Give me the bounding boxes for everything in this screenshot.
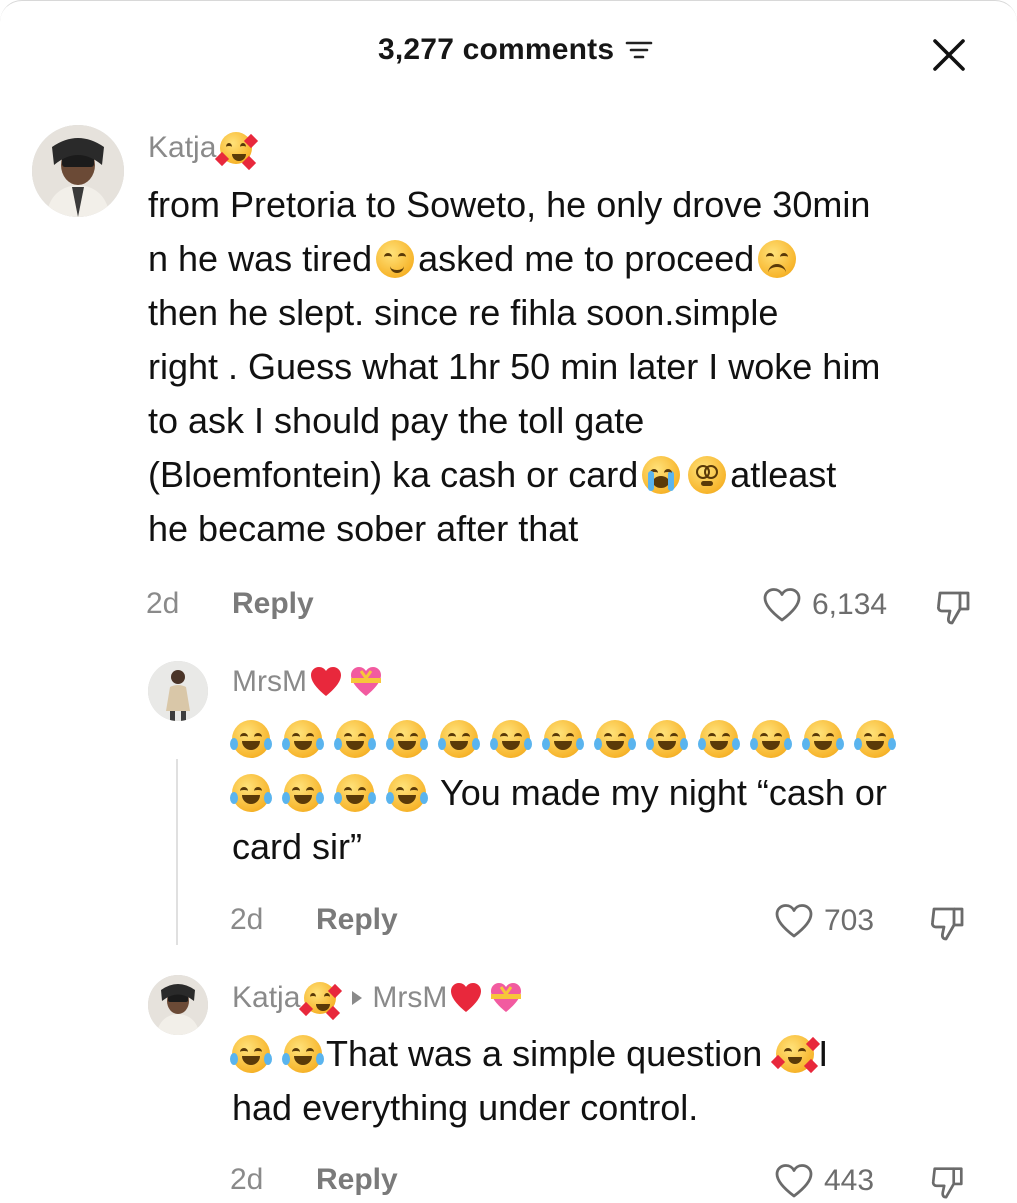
comment-timestamp: 2d — [230, 903, 264, 936]
laughing-emoji-icon — [490, 720, 532, 758]
laughing-emoji-icon — [854, 720, 896, 758]
comment-text-segment: I — [818, 1033, 829, 1074]
comment-text-segment: You made my night “cash or — [440, 772, 887, 813]
comment-line: You made my night “cash or — [230, 766, 901, 820]
like-count: 703 — [824, 904, 875, 937]
laughing-emoji-icon — [438, 720, 480, 758]
avatar[interactable] — [148, 661, 208, 721]
laughing-emoji-icon — [646, 720, 688, 758]
comment-username[interactable]: Katja — [148, 131, 259, 171]
comment-line: right . Guess what 1hr 50 min later I wo… — [148, 346, 881, 387]
comment-line: he became sober after that — [148, 508, 579, 549]
comment-line: had everything under control. — [232, 1087, 699, 1128]
comment-actions: 2d Reply 703 — [0, 903, 1017, 943]
reply-button[interactable]: Reply — [316, 903, 398, 937]
laughing-emoji-icon — [802, 720, 844, 758]
like-button[interactable]: 443 — [774, 1163, 874, 1199]
smiling-hearts-emoji-icon — [771, 1035, 821, 1074]
comment-timestamp: 2d — [230, 1163, 264, 1196]
avatar[interactable] — [32, 125, 124, 217]
red-heart-icon — [310, 667, 341, 696]
comment-body: from Pretoria to Soweto, he only drove 3… — [148, 178, 880, 556]
comment-username: Katja MrsM — [232, 981, 525, 1021]
laughing-emoji-icon — [282, 1035, 324, 1073]
reply-button[interactable]: Reply — [232, 587, 314, 621]
comment-text-segment: asked me to proceed — [418, 238, 755, 279]
laughing-emoji-icon — [386, 720, 428, 758]
heart-outline-icon — [775, 904, 813, 938]
close-icon[interactable] — [927, 33, 971, 77]
laughing-emoji-icon — [542, 720, 584, 758]
reply-button[interactable]: Reply — [316, 1163, 398, 1197]
avatar[interactable] — [148, 975, 208, 1035]
comment-timestamp: 2d — [146, 587, 180, 620]
like-button[interactable]: 6,134 — [762, 587, 887, 623]
laughing-emoji-icon — [750, 720, 792, 758]
comment-line: That was a simple question I — [230, 1027, 829, 1081]
comments-count-title: 3,277 comments — [378, 33, 654, 67]
comment-text-segment: (Bloemfontein) ka cash or card — [148, 454, 639, 495]
dislike-icon[interactable] — [928, 903, 968, 943]
username-link[interactable]: Katja — [232, 981, 300, 1015]
heart-outline-icon — [763, 588, 801, 622]
gift-heart-icon — [350, 667, 381, 696]
comment-actions: 2d Reply 443 — [0, 1163, 1017, 1203]
comments-count-label: 3,277 comments — [378, 33, 615, 66]
comment-line — [230, 712, 901, 766]
comments-header: 3,277 comments — [0, 29, 1017, 77]
like-count: 6,134 — [812, 588, 888, 621]
smiling-hearts-emoji-icon — [215, 132, 259, 171]
comment-body: You made my night “cash or card sir” — [230, 712, 901, 874]
username-link[interactable]: MrsM — [232, 665, 307, 699]
laughing-emoji-icon — [282, 774, 324, 812]
gift-heart-icon — [491, 983, 522, 1012]
disappointed-emoji-icon — [758, 240, 797, 278]
dislike-icon[interactable] — [934, 587, 974, 627]
comment-text-segment: That was a simple question — [326, 1033, 763, 1074]
dizzy-face-emoji-icon — [688, 456, 727, 494]
laughing-emoji-icon — [594, 720, 636, 758]
laughing-emoji-icon — [230, 1035, 272, 1073]
comments-sheet: 3,277 comments Katja from Pretoria to So… — [0, 0, 1017, 1200]
laughing-emoji-icon — [230, 774, 272, 812]
red-heart-icon — [451, 983, 482, 1012]
comment-line: then he slept. since re fihla soon.simpl… — [148, 292, 779, 333]
laughing-emoji-icon — [282, 720, 324, 758]
reply-arrow-icon — [352, 991, 363, 1005]
crying-emoji-icon — [642, 456, 681, 494]
laughing-emoji-icon — [698, 720, 740, 758]
laughing-emoji-icon — [230, 720, 272, 758]
sort-icon[interactable] — [624, 38, 654, 62]
comment-line: card sir” — [232, 826, 363, 867]
comment-line: to ask I should pay the toll gate — [148, 400, 645, 441]
comment-body: That was a simple question I had everyth… — [230, 1027, 829, 1135]
smirk-emoji-icon — [376, 240, 415, 278]
reply-to-username-link[interactable]: MrsM — [372, 981, 447, 1015]
heart-outline-icon — [775, 1164, 813, 1198]
comment-username[interactable]: MrsM — [232, 665, 385, 699]
comment-line: n he was tired asked me to proceed — [148, 232, 880, 286]
comment-text-segment: atleast — [730, 454, 837, 495]
smiling-hearts-emoji-icon — [299, 982, 343, 1021]
comment-actions: 2d Reply 6,134 — [0, 587, 1017, 627]
laughing-emoji-icon — [334, 774, 376, 812]
comment-text-segment: n he was tired — [148, 238, 373, 279]
like-count: 443 — [824, 1164, 875, 1197]
comment-line: (Bloemfontein) ka cash or card atleast — [148, 448, 880, 502]
dislike-icon[interactable] — [928, 1163, 968, 1201]
comment-line: from Pretoria to Soweto, he only drove 3… — [148, 184, 871, 225]
laughing-emoji-icon — [334, 720, 376, 758]
like-button[interactable]: 703 — [774, 903, 874, 939]
username-link[interactable]: Katja — [148, 131, 216, 165]
laughing-emoji-icon — [386, 774, 428, 812]
